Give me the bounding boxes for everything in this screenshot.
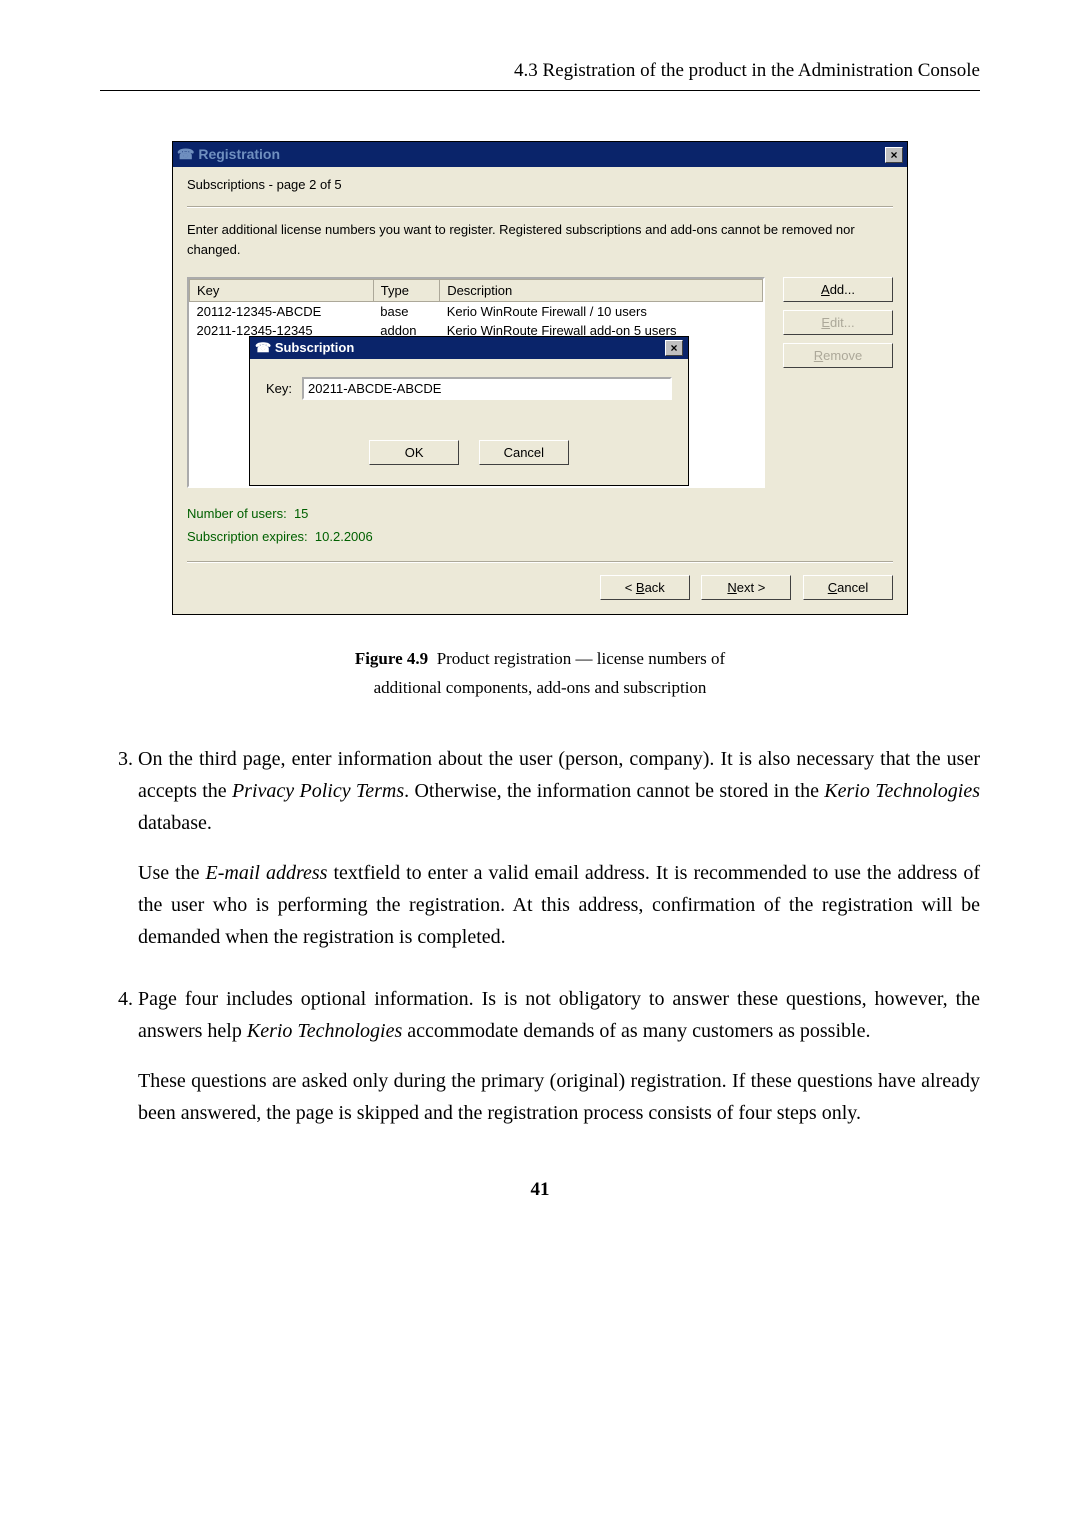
- dialog-titlebar: ☎ Registration ×: [173, 142, 907, 167]
- registration-dialog: ☎ Registration × Subscriptions - page 2 …: [172, 141, 908, 615]
- subscription-dialog: ☎ Subscription × Key: OK Cance: [249, 336, 689, 486]
- license-table[interactable]: Key Type Description 20112-12345-ABCDE b…: [187, 277, 765, 488]
- cancel-button[interactable]: Cancel: [479, 440, 569, 465]
- cancel-button[interactable]: Cancel: [803, 575, 893, 600]
- list-item: Page four includes optional information.…: [138, 983, 980, 1129]
- remove-button: Remove: [783, 343, 893, 368]
- add-button[interactable]: AAdd...dd...: [783, 277, 893, 302]
- wizard-step-label: Subscriptions - page 2 of 5: [187, 177, 893, 192]
- page-number: 41: [100, 1179, 980, 1201]
- col-description[interactable]: Description: [440, 280, 763, 302]
- next-button[interactable]: Next >: [701, 575, 791, 600]
- edit-button: Edit...: [783, 310, 893, 335]
- col-key[interactable]: Key: [190, 280, 374, 302]
- ok-button[interactable]: OK: [369, 440, 459, 465]
- page-header: 4.3 Registration of the product in the A…: [100, 60, 980, 91]
- users-count: Number of users: 15: [187, 502, 893, 525]
- list-item: On the third page, enter information abo…: [138, 743, 980, 953]
- divider: [187, 561, 893, 563]
- figure-caption: Figure 4.9 Product registration — licens…: [100, 645, 980, 703]
- table-row[interactable]: 20112-12345-ABCDE base Kerio WinRoute Fi…: [190, 302, 763, 322]
- key-input[interactable]: [302, 377, 672, 400]
- back-button[interactable]: < Back: [600, 575, 690, 600]
- dialog-title: ☎ Registration: [177, 146, 280, 163]
- key-label: Key:: [266, 381, 292, 396]
- col-type[interactable]: Type: [373, 280, 439, 302]
- divider: [187, 206, 893, 208]
- instruction-text: Enter additional license numbers you wan…: [187, 220, 893, 259]
- subscription-expires: Subscription expires: 10.2.2006: [187, 525, 893, 548]
- close-icon[interactable]: ×: [665, 340, 683, 356]
- subscription-titlebar: ☎ Subscription ×: [250, 337, 688, 359]
- close-icon[interactable]: ×: [885, 147, 903, 163]
- subscription-title: ☎ Subscription: [255, 340, 354, 356]
